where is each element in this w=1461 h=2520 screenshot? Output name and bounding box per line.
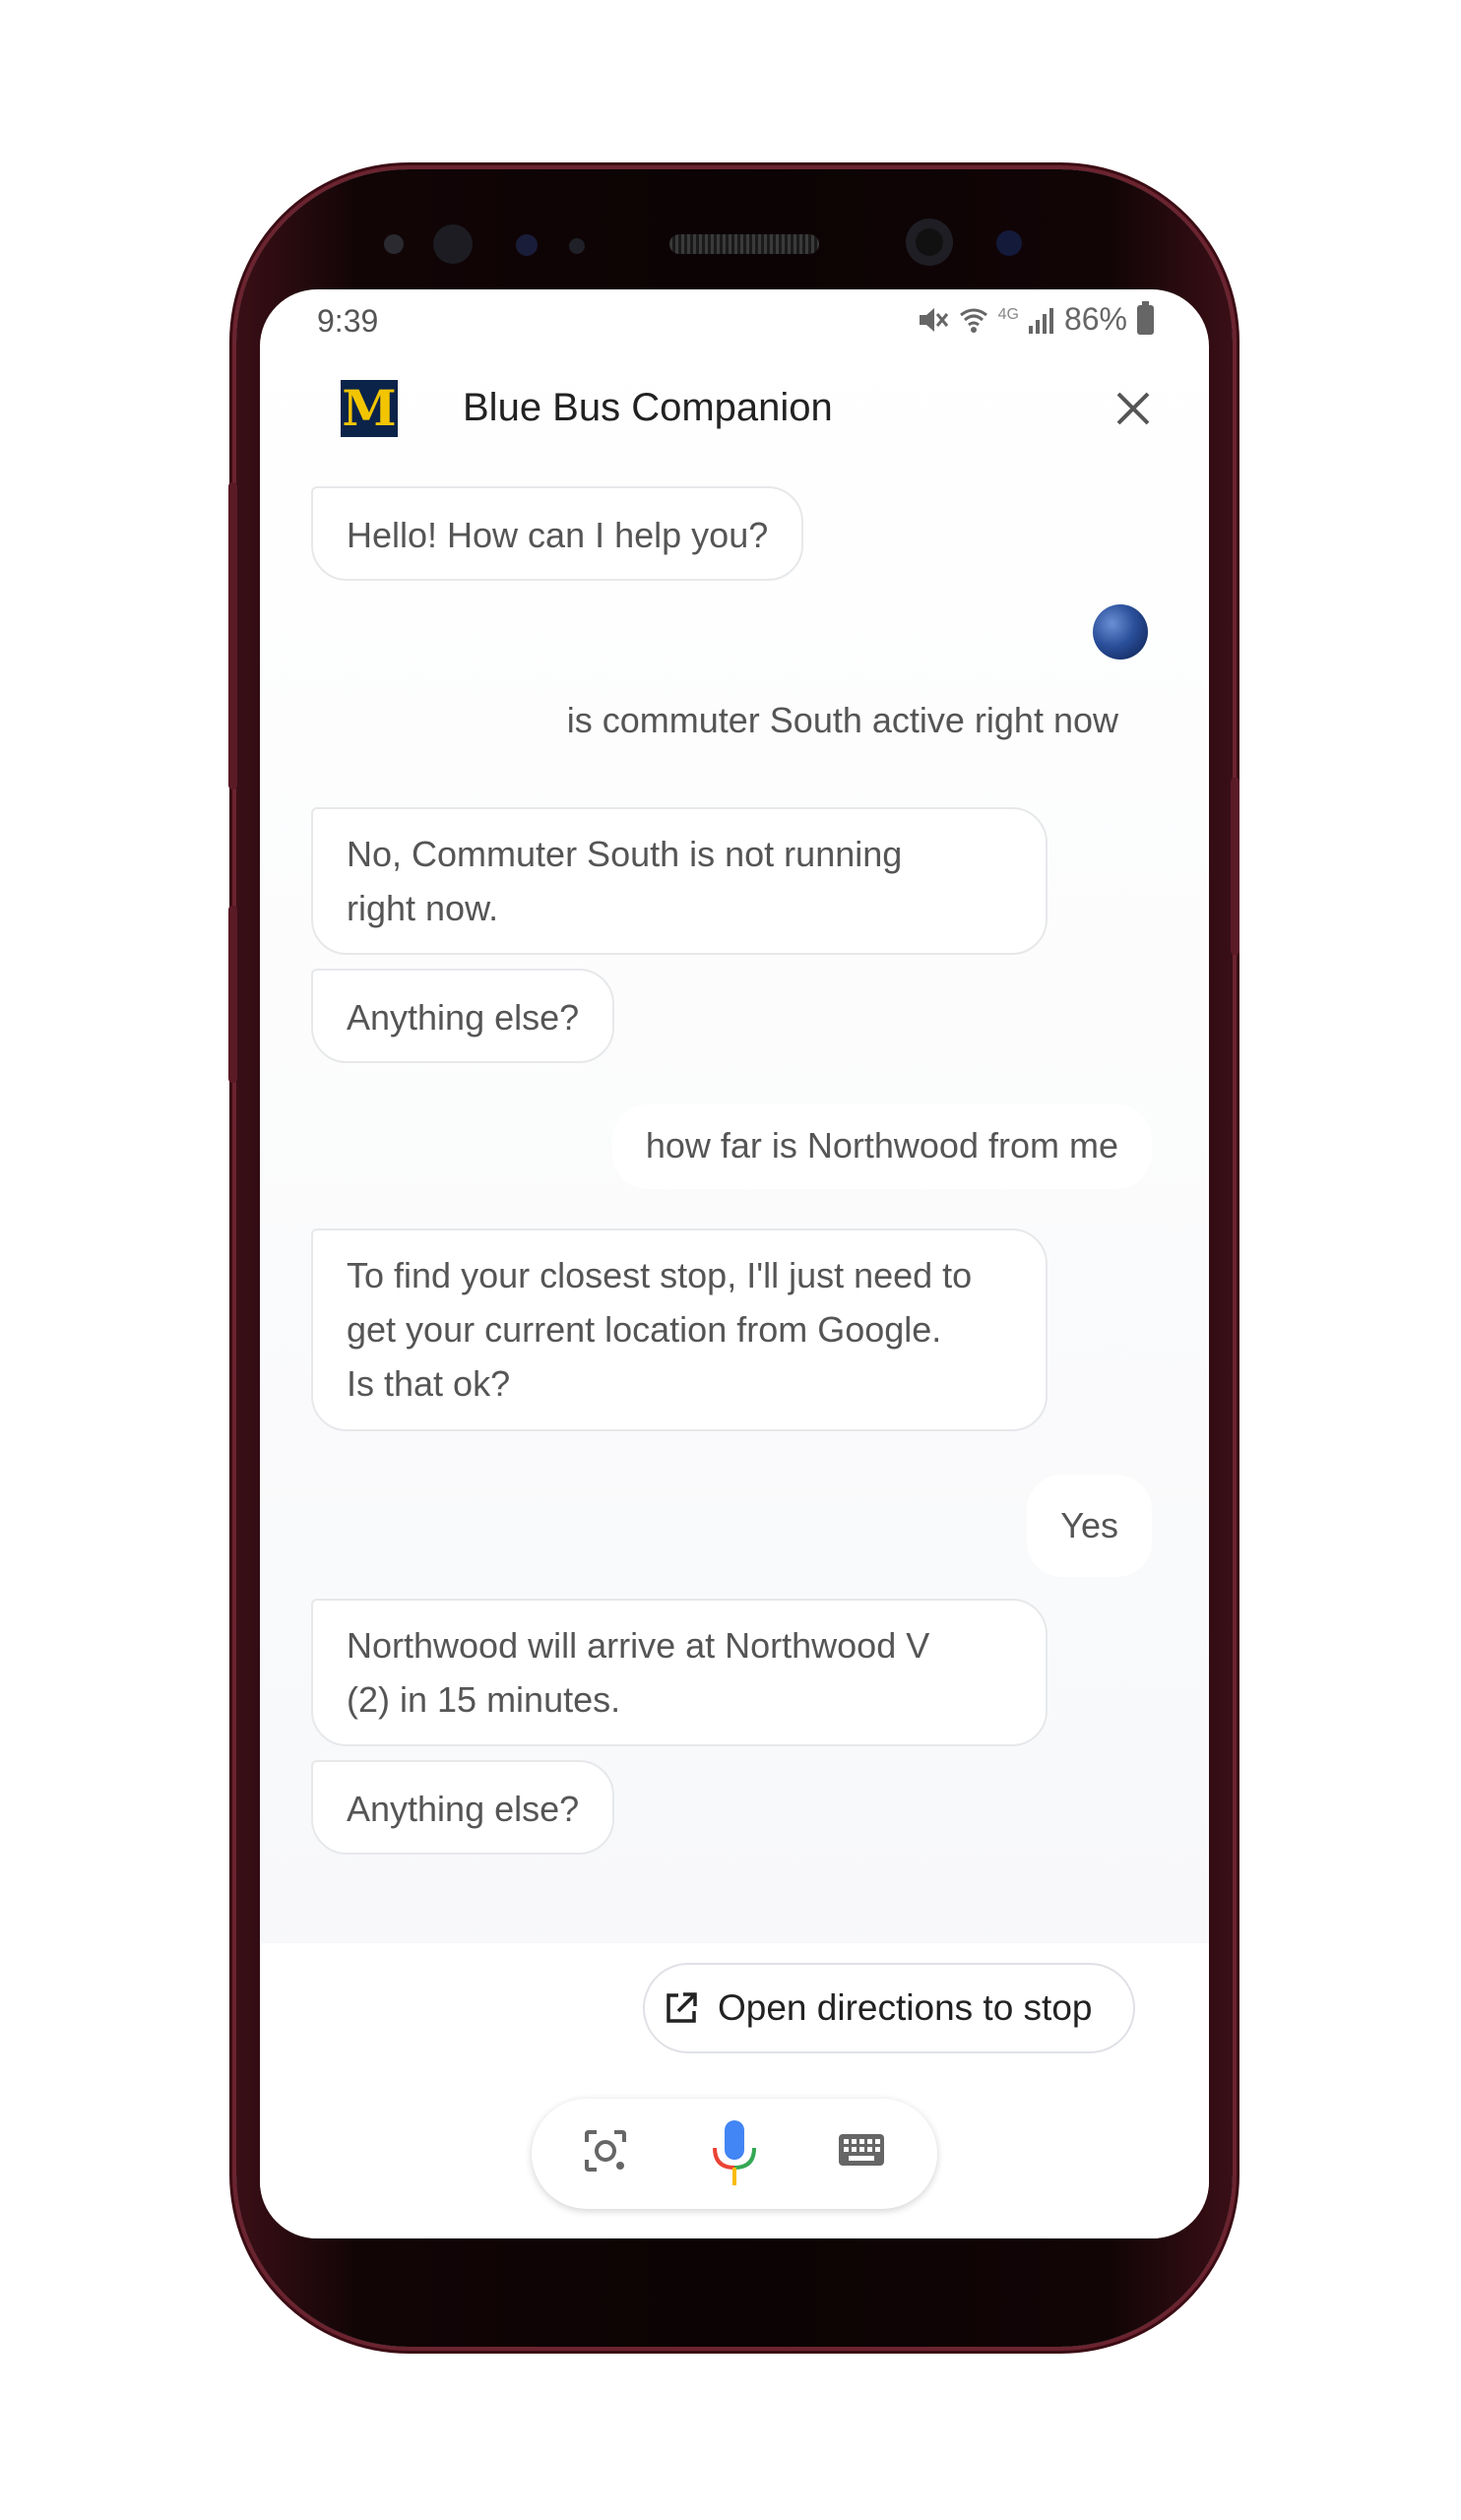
user-message: is commuter South active right now [534,681,1152,760]
message-line: right now. [347,888,499,928]
message-text: Hello! How can I help you? [347,515,769,555]
message-line: To find your closest stop, I'll just nee… [347,1255,973,1295]
close-icon[interactable] [1111,386,1156,431]
message-text: is commuter South active right now [566,700,1118,740]
bottom-controls: Open directions to stop [260,1943,1209,2238]
earpiece-speaker [669,234,819,254]
network-4g-icon: 4G [997,305,1019,323]
front-camera [906,219,953,266]
app-logo: M [341,380,398,437]
message-text: Yes [1060,1505,1118,1545]
phone-screen: 9:39 4G 86% M Blue Bus Companion Hello! … [260,289,1209,2238]
lens-icon[interactable] [581,2126,630,2175]
message-line: get your current location from Google. [347,1309,942,1350]
bot-message: Northwood will arrive at Northwood V (2)… [311,1599,1048,1746]
mute-icon [919,307,948,332]
message-line: No, Commuter South is not running [347,834,903,874]
wifi-icon [959,308,987,333]
power-button [1231,778,1239,955]
message-line: Northwood will arrive at Northwood V [347,1625,930,1666]
status-time: 9:39 [317,303,379,339]
user-message: how far is Northwood from me [611,1104,1152,1189]
message-text: Anything else? [347,997,580,1038]
status-bar: 9:39 4G 86% [260,289,1209,348]
keyboard-icon[interactable] [837,2130,886,2170]
user-message: Yes [1027,1475,1152,1577]
microphone-icon[interactable] [709,2118,760,2189]
message-line: (2) in 15 minutes. [347,1679,621,1720]
app-header: M Blue Bus Companion [260,358,1209,457]
bot-message: Hello! How can I help you? [311,486,804,581]
sensor-dot-small [569,238,585,254]
volume-button [228,482,237,789]
iris-sensor [433,224,473,264]
open-directions-chip[interactable]: Open directions to stop [643,1963,1135,2053]
chip-label: Open directions to stop [718,1987,1093,2028]
user-avatar [1093,604,1148,660]
signal-icon [1028,307,1053,334]
camera-sensor [996,230,1022,256]
app-title: Blue Bus Companion [463,386,833,429]
assistant-input-bar [532,2099,937,2209]
sensor-dot [516,234,538,256]
status-icons: 4G 86% [918,300,1154,338]
logo-letter: M [342,379,397,437]
message-text: Anything else? [347,1789,580,1829]
message-line: Is that ok? [347,1363,511,1404]
battery-icon [1137,300,1154,335]
message-text: how far is Northwood from me [645,1125,1118,1166]
bot-message: To find your closest stop, I'll just nee… [311,1228,1048,1431]
open-external-icon [667,1992,697,2023]
bot-message: Anything else? [311,1760,615,1855]
bixby-button [228,906,237,1083]
battery-percent: 86% [1063,301,1127,337]
proximity-sensor [384,234,404,254]
bot-message: Anything else? [311,969,615,1063]
bot-message: No, Commuter South is not running right … [311,807,1048,955]
